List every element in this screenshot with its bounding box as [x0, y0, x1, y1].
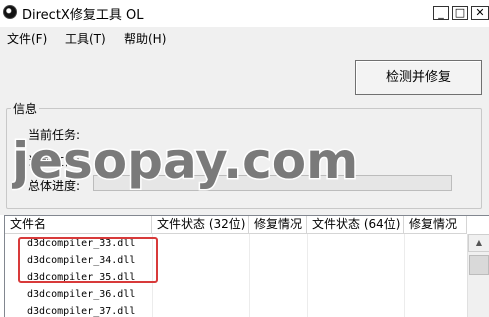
title-bar: DirectX修复工具 OL _ □ ✕: [0, 0, 489, 27]
column-filename[interactable]: 文件名: [5, 216, 152, 234]
directx-app-icon: [3, 5, 17, 19]
menu-tools[interactable]: 工具(T): [65, 30, 106, 47]
column-repair-64[interactable]: 修复情况: [404, 216, 467, 234]
list-item[interactable]: d3dcompiler_37.dll: [27, 303, 135, 317]
column-status-64[interactable]: 文件状态 (64位): [307, 216, 404, 234]
list-header: 文件名 文件状态 (32位) 修复情况 文件状态 (64位) 修复情况: [5, 216, 467, 234]
column-divider: [307, 234, 308, 317]
scroll-up-icon[interactable]: ▲: [468, 234, 489, 252]
window-title: DirectX修复工具 OL: [22, 8, 144, 23]
minimize-button[interactable]: _: [433, 6, 449, 20]
close-button[interactable]: ✕: [471, 6, 489, 20]
watermark-text: jesopay.com: [12, 132, 358, 190]
list-item[interactable]: d3dcompiler_36.dll: [27, 286, 135, 303]
column-divider: [249, 234, 250, 317]
vertical-scrollbar[interactable]: ▲: [467, 234, 489, 317]
highlight-annotation: [18, 237, 158, 283]
watermark: jesopay.com: [12, 131, 360, 192]
menu-help[interactable]: 帮助(H): [124, 30, 166, 47]
scroll-thumb[interactable]: [469, 255, 489, 275]
column-status-32[interactable]: 文件状态 (32位): [152, 216, 249, 234]
column-divider: [404, 234, 405, 317]
detect-repair-button[interactable]: 检测并修复: [355, 60, 482, 95]
menu-file[interactable]: 文件(F): [7, 30, 47, 47]
info-legend: 信息: [11, 100, 40, 117]
maximize-button[interactable]: □: [452, 6, 468, 20]
menu-bar: 文件(F) 工具(T) 帮助(H): [0, 27, 489, 47]
column-repair-32[interactable]: 修复情况: [249, 216, 307, 234]
